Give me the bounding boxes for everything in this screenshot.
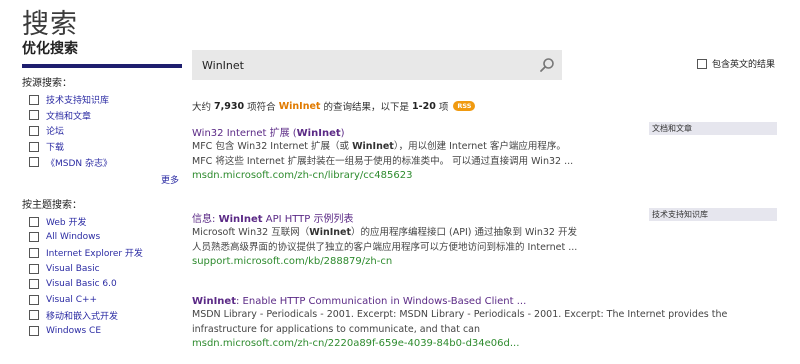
filter-label: Internet Explorer 开发 [46,249,143,260]
checkbox-icon[interactable] [29,125,39,136]
checkbox-icon[interactable] [29,157,39,168]
desc-text: Microsoft Win32 互联网（ [192,227,310,238]
checkbox-icon[interactable] [29,94,39,105]
filter-label: Windows CE [46,325,102,336]
result-desc-line: MSDN Library - Periodicals - 2001. Excer… [192,309,728,320]
result-title-keyword: WinInet [192,296,236,307]
topic-filter-item[interactable]: Windows CE [22,323,182,339]
source-group-title: 按源搜索： [22,78,72,89]
search-input[interactable] [192,50,532,80]
refine-sidebar: 优化搜索 按源搜索： 技术支持知识库 文档和文章 论坛 下载 《MSDN 杂志》… [22,38,182,339]
filter-label: 论坛 [46,127,65,138]
checkbox-icon[interactable] [29,263,39,274]
result-description: Microsoft Win32 互联网（WinInet）的应用程序编程接口 (A… [192,226,632,255]
result-title-keyword: WinInet [218,214,263,225]
filter-label: Web 开发 [46,218,87,229]
summary-mid: 项符合 [247,102,276,113]
result-title-text: API HTTP 示例列表 [262,214,354,225]
source-filter-item[interactable]: 下载 [22,139,182,155]
result-category-tag[interactable]: 技术支持知识库 [649,208,777,221]
search-result: 信息: WinInet API HTTP 示例列表 Microsoft Win3… [192,210,632,269]
topic-filter-item[interactable]: 移动和嵌入式开发 [22,308,182,324]
source-filter-item[interactable]: 文档和文章 [22,108,182,124]
filter-label: Visual Basic [46,263,100,274]
summary-suffix: 的查询结果，以下是 [323,102,410,113]
source-filter-item[interactable]: 技术支持知识库 [22,92,182,108]
include-english-option[interactable]: 包含英文的结果 [697,57,775,70]
topic-group-title: 按主题搜索： [22,199,82,211]
result-title-link[interactable]: Win32 Internet 扩展 (WinInet) [192,124,632,139]
filter-label: 移动和嵌入式开发 [46,311,119,322]
checkbox-icon[interactable] [29,310,39,321]
checkbox-icon[interactable] [29,232,39,243]
result-title-link[interactable]: WinInet: Enable HTTP Communication in Wi… [192,296,792,307]
result-desc-line: Microsoft Win32 互联网（WinInet）的应用程序编程接口 (A… [192,226,632,241]
filter-label: All Windows [46,232,101,243]
search-icon[interactable] [532,50,562,80]
page-title: 搜索 [22,9,78,40]
more-link[interactable]: 更多 [22,173,182,186]
result-title-text: : Enable HTTP Communication in Windows-B… [235,296,527,307]
result-url[interactable]: support.microsoft.com/kb/288879/zh-cn [192,255,632,269]
result-desc-line: MFC 将这些 Internet 扩展封装在一组易于使用的标准类中。 可以通过直… [192,155,574,167]
checkbox-icon[interactable] [29,110,39,121]
desc-keyword: WinInet [309,227,351,238]
checkbox-icon[interactable] [29,325,39,336]
result-desc-line: MFC 包含 Win32 Internet 扩展（或 WinInet），用以创建… [192,140,632,155]
topic-filter-item[interactable]: Internet Explorer 开发 [22,245,182,261]
filter-label: Visual Basic 6.0 [46,279,117,290]
checkbox-icon[interactable] [29,141,39,152]
filter-label: Visual C++ [46,294,98,305]
filter-label: 下载 [46,143,65,154]
search-result: Win32 Internet 扩展 (WinInet) MFC 包含 Win32… [192,124,632,183]
result-title-link[interactable]: 信息: WinInet API HTTP 示例列表 [192,210,632,225]
search-box [192,50,562,80]
desc-text: ）的应用程序编程接口 (API) 通过抽象到 Win32 开发 [351,227,577,238]
topic-filter-item[interactable]: Web 开发 [22,214,182,230]
checkbox-icon[interactable] [29,216,39,227]
topic-filter-list: Web 开发 All Windows Internet Explorer 开发 … [22,214,182,339]
result-category-tag[interactable]: 文档和文章 [649,122,777,135]
filter-label: 文档和文章 [46,111,92,122]
search-result: WinInet: Enable HTTP Communication in Wi… [192,296,792,351]
source-filter-item[interactable]: 《MSDN 杂志》 [22,154,182,170]
result-desc-line: 人员熟悉高级界面的协议提供了独立的客户端应用程序可以方便地访问到标准的 Inte… [192,241,578,253]
summary-prefix: 大约 [192,102,212,113]
result-range: 1-20 [412,100,436,112]
result-title-text: Win32 Internet 扩展 ( [192,128,297,139]
source-filter-list: 技术支持知识库 文档和文章 论坛 下载 《MSDN 杂志》 [22,92,182,170]
summary-keyword: WinInet [278,100,321,112]
desc-text: ），用以创建 Internet 客户端应用程序。 [393,141,566,152]
checkbox-icon[interactable] [29,294,39,305]
result-count: 7,930 [214,100,245,112]
result-title-text: 信息: [192,214,219,225]
topic-filter-item[interactable]: Visual Basic [22,261,182,277]
topic-filter-item[interactable]: Visual C++ [22,292,182,308]
filter-label: 《MSDN 杂志》 [46,158,113,169]
result-summary: 大约 7,930 项符合 WinInet 的查询结果，以下是 1-20 项 RS… [192,99,476,113]
desc-keyword: WinInet [352,141,394,152]
result-description: MFC 包含 Win32 Internet 扩展（或 WinInet），用以创建… [192,140,632,169]
desc-text: MFC 包含 Win32 Internet 扩展（或 [192,141,353,152]
filter-label: 技术支持知识库 [46,96,110,107]
rss-badge[interactable]: RSS [453,101,476,111]
result-desc-line: infrastructure for applications to commu… [192,323,481,335]
checkbox-icon[interactable] [29,279,39,290]
result-description: MSDN Library - Periodicals - 2001. Excer… [192,308,792,337]
result-url[interactable]: msdn.microsoft.com/zh-cn/library/cc48562… [192,169,632,183]
refine-search-title: 优化搜索 [22,38,182,68]
topic-filter-item[interactable]: All Windows [22,230,182,246]
include-english-label: 包含英文的结果 [712,60,776,70]
summary-unit: 项 [438,102,449,113]
result-title-keyword: WinInet [296,128,341,139]
source-filter-item[interactable]: 论坛 [22,123,182,139]
topic-filter-item[interactable]: Visual Basic 6.0 [22,276,182,292]
result-title-text: ) [340,128,345,139]
checkbox-icon[interactable] [29,247,39,258]
checkbox-icon[interactable] [697,58,707,69]
result-url[interactable]: msdn.microsoft.com/zh-cn/2220a89f-659e-4… [192,337,792,351]
